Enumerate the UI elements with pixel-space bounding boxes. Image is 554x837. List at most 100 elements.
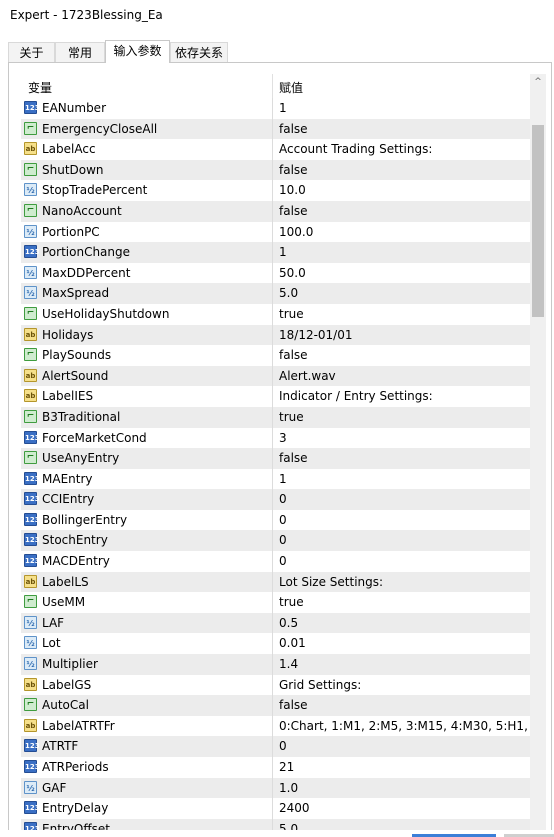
param-value[interactable]: 10.0 — [279, 183, 527, 197]
table-row[interactable]: 123 PortionChange 1 — [21, 242, 530, 263]
param-value[interactable]: Account Trading Settings: — [279, 142, 527, 156]
tab-dependencies[interactable]: 依存关系 — [170, 42, 228, 62]
table-row[interactable]: ½ StopTradePercent 10.0 — [21, 180, 530, 201]
param-value[interactable]: false — [279, 698, 527, 712]
table-row[interactable]: ab LabelIES Indicator / Entry Settings: — [21, 386, 530, 407]
param-value[interactable]: 1.4 — [279, 657, 527, 671]
table-row[interactable]: ⌐ NanoAccount false — [21, 200, 530, 222]
table-row[interactable]: 123 EntryOffset 5.0 — [21, 818, 530, 830]
table-row[interactable]: ab AlertSound Alert.wav — [21, 365, 530, 387]
table-row[interactable]: 123 CCIEntry 0 — [21, 489, 530, 510]
table-row[interactable]: ⌐ ShutDown false — [21, 159, 530, 181]
param-value[interactable]: Lot Size Settings: — [279, 575, 527, 589]
param-value[interactable]: Indicator / Entry Settings: — [279, 389, 527, 403]
integer-type-icon: 123 — [24, 245, 40, 259]
table-row[interactable]: ⌐ AutoCal false — [21, 695, 530, 716]
param-name: PortionChange — [42, 245, 131, 260]
column-divider[interactable] — [272, 74, 273, 98]
param-value[interactable]: false — [279, 451, 527, 465]
vertical-scrollbar[interactable]: ^ — [530, 74, 546, 830]
param-value[interactable]: 0.5 — [279, 616, 527, 630]
table-row[interactable]: ½ Multiplier 1.4 — [21, 654, 530, 675]
param-value[interactable]: 50.0 — [279, 266, 527, 280]
table-row[interactable]: ⌐ UseMM true — [21, 592, 530, 613]
table-row[interactable]: ab LabelATRTFr 0:Chart, 1:M1, 2:M5, 3:M15,… — [21, 715, 530, 737]
header-variable[interactable]: 变量 — [28, 79, 52, 96]
param-name: ATRTF — [42, 739, 79, 754]
param-name: ForceMarketCond — [42, 430, 147, 445]
table-row[interactable]: ab LabelAcc Account Trading Settings: — [21, 139, 530, 160]
table-row[interactable]: 123 ForceMarketCond 3 — [21, 427, 530, 449]
table-row[interactable]: ½ MaxSpread 5.0 — [21, 283, 530, 304]
table-row[interactable]: 123 MACDEntry 0 — [21, 551, 530, 572]
param-value[interactable]: 5.0 — [279, 822, 527, 830]
scroll-thumb[interactable] — [532, 125, 544, 317]
param-value[interactable]: false — [279, 122, 527, 136]
param-name: AutoCal — [42, 698, 89, 713]
table-row[interactable]: 123 MAEntry 1 — [21, 468, 530, 490]
tab-common[interactable]: 常用 — [55, 42, 105, 62]
param-name: EmergencyCloseAll — [42, 121, 158, 136]
column-divider — [272, 242, 273, 263]
table-row[interactable]: 123 EntryDelay 2400 — [21, 798, 530, 819]
double-type-icon: ½ — [24, 286, 37, 300]
string-type-icon: ab — [24, 327, 37, 341]
table-row[interactable]: ½ Lot 0.01 — [21, 633, 530, 655]
param-name: ATRPeriods — [42, 760, 109, 774]
tab-inputs[interactable]: 输入参数 — [105, 40, 170, 63]
table-row[interactable]: ⌐ UseAnyEntry false — [21, 448, 530, 469]
param-value[interactable]: 1 — [279, 245, 527, 259]
param-value[interactable]: 1 — [279, 472, 527, 486]
header-value[interactable]: 赋值 — [279, 79, 303, 96]
table-row[interactable]: 123 StochEntry 0 — [21, 530, 530, 552]
param-value[interactable]: 1.0 — [279, 781, 527, 795]
param-value[interactable]: 3 — [279, 431, 527, 445]
scroll-up-icon[interactable]: ^ — [530, 74, 546, 91]
param-value[interactable]: 0 — [279, 492, 527, 506]
param-value[interactable]: false — [279, 163, 527, 177]
param-value[interactable]: true — [279, 307, 527, 321]
param-value[interactable]: 0 — [279, 513, 527, 527]
table-row[interactable]: ⌐ UseHolidayShutdown true — [21, 303, 530, 325]
param-value[interactable]: Grid Settings: — [279, 678, 527, 692]
integer-type-icon: 123 — [24, 760, 40, 773]
table-row[interactable]: ⌐ PlaySounds false — [21, 345, 530, 366]
param-value[interactable]: 0 — [279, 739, 527, 753]
table-row[interactable]: 123 EANumber 1 — [21, 98, 530, 119]
column-divider — [272, 530, 273, 552]
param-value[interactable]: 0:Chart, 1:M1, 2:M5, 3:M15, 4:M30, 5:H1,… — [279, 719, 527, 733]
table-row[interactable]: ab Holidays 18/12-01/01 — [21, 324, 530, 346]
table-row[interactable]: ⌐ B3Traditional true — [21, 406, 530, 428]
param-value[interactable]: true — [279, 410, 527, 424]
param-value[interactable]: false — [279, 204, 527, 218]
param-value[interactable]: 2400 — [279, 801, 527, 815]
param-value[interactable]: 0.01 — [279, 636, 527, 650]
column-divider — [272, 345, 273, 366]
tab-about[interactable]: 关于 — [8, 42, 55, 62]
column-divider — [272, 200, 273, 222]
param-name: MACDEntry — [42, 554, 110, 569]
boolean-type-icon: ⌐ — [24, 409, 37, 423]
table-row[interactable]: ½ LAF 0.5 — [21, 612, 530, 634]
table-row[interactable]: ab LabelGS Grid Settings: — [21, 674, 530, 696]
param-value[interactable]: 21 — [279, 760, 527, 774]
table-row[interactable]: ab LabelLS Lot Size Settings: — [21, 571, 530, 593]
param-value[interactable]: 0 — [279, 554, 527, 568]
param-value[interactable]: 1 — [279, 101, 527, 115]
param-value[interactable]: 5.0 — [279, 286, 527, 300]
table-row[interactable]: ½ PortionPC 100.0 — [21, 221, 530, 243]
column-divider — [272, 695, 273, 716]
table-row[interactable]: ½ MaxDDPercent 50.0 — [21, 262, 530, 284]
param-value[interactable]: 0 — [279, 533, 527, 547]
integer-type-icon: 123 — [24, 801, 40, 815]
param-value[interactable]: 100.0 — [279, 225, 527, 239]
table-row[interactable]: ⌐ EmergencyCloseAll false — [21, 118, 530, 140]
param-value[interactable]: true — [279, 595, 527, 609]
table-row[interactable]: 123 ATRTF 0 — [21, 736, 530, 757]
param-value[interactable]: 18/12-01/01 — [279, 328, 527, 342]
table-row[interactable]: ½ GAF 1.0 — [21, 777, 530, 799]
param-value[interactable]: false — [279, 348, 527, 362]
param-value[interactable]: Alert.wav — [279, 369, 527, 383]
table-row[interactable]: 123 BollingerEntry 0 — [21, 509, 530, 531]
table-row[interactable]: 123 ATRPeriods 21 — [21, 757, 530, 778]
